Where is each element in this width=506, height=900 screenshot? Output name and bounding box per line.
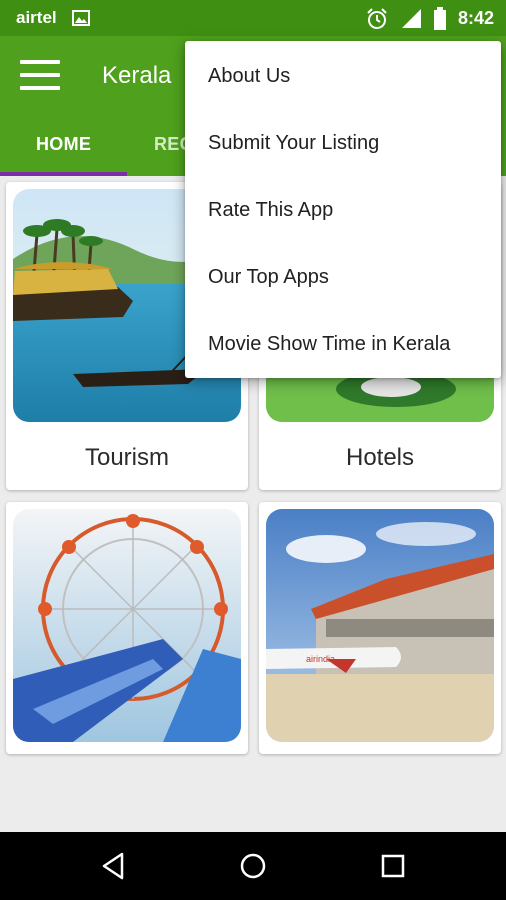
battery-icon: [434, 7, 446, 30]
tab-home[interactable]: HOME: [36, 134, 91, 155]
menu-item-label: Movie Show Time in Kerala: [208, 333, 451, 355]
menu-item-movie-show-time[interactable]: Movie Show Time in Kerala: [185, 311, 501, 378]
recents-icon[interactable]: [377, 850, 409, 882]
carrier-name: airtel: [16, 8, 57, 27]
category-card-airport[interactable]: airindia: [259, 502, 501, 754]
hamburger-menu-icon[interactable]: [20, 58, 60, 92]
status-bar: airtel 8:42: [0, 0, 506, 36]
airport-airplane-image: airindia: [266, 509, 494, 742]
overflow-menu: About Us Submit Your Listing Rate This A…: [185, 41, 501, 378]
ferris-wheel-water-park-image: [13, 509, 241, 742]
category-label-hotels: Hotels: [345, 444, 415, 471]
navigation-bar: [0, 832, 506, 900]
menu-item-label: Our Top Apps: [208, 266, 329, 288]
menu-item-label: Rate This App: [208, 199, 334, 221]
category-card-amusement[interactable]: [6, 502, 248, 754]
menu-item-top-apps[interactable]: Our Top Apps: [185, 244, 501, 311]
menu-item-about-us[interactable]: About Us: [185, 43, 501, 110]
menu-item-label: Submit Your Listing: [208, 132, 380, 154]
signal-icon: [402, 9, 421, 28]
home-icon[interactable]: [237, 850, 269, 882]
menu-item-label: About Us: [208, 65, 291, 87]
menu-item-rate-app[interactable]: Rate This App: [185, 177, 501, 244]
back-icon[interactable]: [98, 850, 130, 882]
alarm-icon: [367, 8, 387, 29]
tab-indicator: [0, 172, 127, 176]
menu-item-submit-listing[interactable]: Submit Your Listing: [185, 110, 501, 177]
category-label-tourism: Tourism: [84, 444, 169, 471]
svg-text:airindia: airindia: [306, 654, 335, 664]
app-title: Kerala: [102, 62, 172, 89]
clock: 8:42: [457, 8, 494, 28]
image-icon: [72, 10, 90, 26]
